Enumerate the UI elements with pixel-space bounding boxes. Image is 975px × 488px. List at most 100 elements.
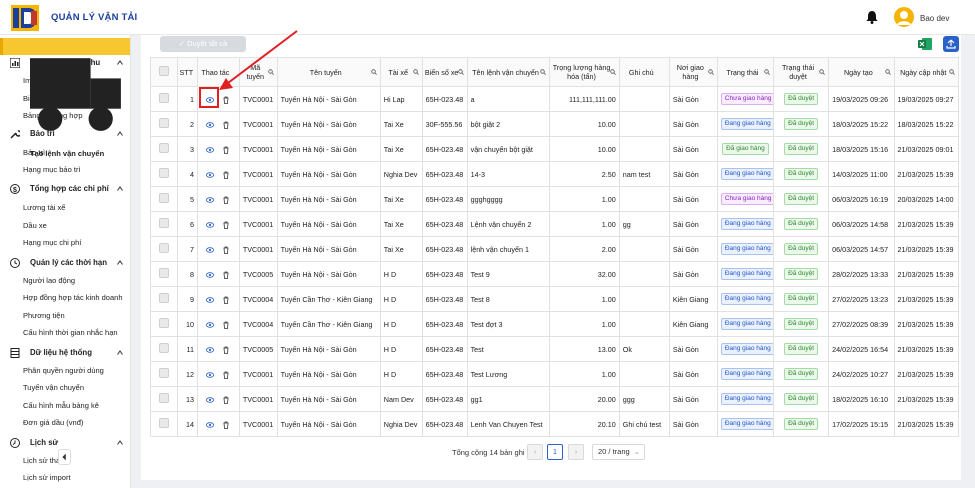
pagination-prev-button[interactable]: ‹ bbox=[527, 444, 543, 460]
search-icon[interactable] bbox=[610, 69, 616, 75]
eye-icon[interactable] bbox=[206, 196, 215, 204]
trash-icon[interactable] bbox=[222, 321, 230, 329]
row-checkbox[interactable] bbox=[158, 418, 169, 428]
select-all-checkbox[interactable] bbox=[158, 66, 169, 76]
eye-icon[interactable] bbox=[206, 321, 215, 329]
sidebar-item-phan-quyen-nguoi-dung[interactable]: Phân quyền người dùng bbox=[0, 362, 130, 379]
trash-icon[interactable] bbox=[222, 396, 230, 404]
sidebar-group-tong-hop-cac-chi-phi[interactable]: $ Tổng hợp các chi phí bbox=[0, 180, 130, 197]
table-row[interactable]: 8 TVC0005 Tuyến Hà Nội - Sài Gòn H D 65H-023… bbox=[150, 261, 960, 287]
eye-icon[interactable] bbox=[206, 121, 215, 129]
table-row[interactable]: 9 TVC0004 Tuyến Cần Thơ - Kiên Giang H D 65H… bbox=[150, 286, 960, 312]
sidebar-item-nguoi-lao-dong[interactable]: Người lao động bbox=[0, 272, 130, 289]
eye-icon[interactable] bbox=[206, 246, 215, 254]
eye-icon[interactable] bbox=[206, 296, 215, 304]
bell-icon[interactable] bbox=[866, 10, 878, 24]
sidebar-item-dau-xe[interactable]: Dầu xe bbox=[0, 217, 130, 234]
eye-icon[interactable] bbox=[206, 171, 215, 179]
sidebar-collapse-button[interactable] bbox=[58, 449, 71, 465]
excel-export-icon[interactable] bbox=[918, 37, 932, 51]
row-checkbox[interactable] bbox=[158, 318, 169, 328]
sidebar-item-bao-tri[interactable]: Bảo trì bbox=[0, 144, 130, 161]
trash-icon[interactable] bbox=[222, 171, 230, 179]
sidebar-item-phuong-tien[interactable]: Phương tiện bbox=[0, 307, 130, 324]
upload-button[interactable] bbox=[943, 36, 959, 52]
trash-icon[interactable] bbox=[222, 421, 230, 429]
search-icon[interactable] bbox=[371, 69, 377, 75]
search-icon[interactable] bbox=[819, 69, 826, 75]
approve-all-button[interactable]: ✓ Duyệt tất cả bbox=[160, 36, 246, 52]
page-size-select[interactable]: 20 / trang ⌄ bbox=[592, 444, 645, 460]
row-checkbox[interactable] bbox=[158, 293, 169, 303]
row-checkbox[interactable] bbox=[158, 268, 169, 278]
sidebar-item-bieu-do-doanh-thu[interactable]: Biểu đồ doanh thu bbox=[0, 90, 130, 107]
table-row[interactable]: 7 TVC0001 Tuyến Hà Nội - Sài Gòn Tai Xe 65H-… bbox=[150, 236, 960, 262]
sidebar-group-bao-cao-doanh-thu[interactable]: Báo cáo doanh thu bbox=[0, 54, 130, 71]
trash-icon[interactable] bbox=[222, 296, 230, 304]
user-name[interactable]: Bao dev bbox=[920, 14, 949, 23]
search-icon[interactable] bbox=[412, 69, 419, 75]
eye-icon[interactable] bbox=[206, 271, 215, 279]
search-icon[interactable] bbox=[949, 69, 955, 75]
sidebar-item-don-gia-dau-vnd[interactable]: Đơn giá dầu (vnđ) bbox=[0, 414, 130, 431]
table-row[interactable]: 6 TVC0001 Tuyến Hà Nội - Sài Gòn Tai Xe 65H-… bbox=[150, 211, 960, 237]
search-icon[interactable] bbox=[540, 69, 547, 75]
table-row[interactable]: 10 TVC0004 Tuyến Cần Thơ - Kiên Giang H D 65… bbox=[150, 311, 960, 337]
eye-icon[interactable] bbox=[206, 371, 215, 379]
sidebar-item-tao-lenh-van-chuyen[interactable]: Tạo lệnh vận chuyển bbox=[0, 38, 130, 158]
trash-icon[interactable] bbox=[222, 271, 230, 279]
user-avatar[interactable] bbox=[894, 7, 914, 27]
sidebar-item-cau-hinh-thoi-gian-nhac-han[interactable]: Cấu hình thời gian nhắc hạn bbox=[0, 324, 130, 341]
row-checkbox[interactable] bbox=[158, 143, 169, 153]
pagination-next-button[interactable]: › bbox=[568, 444, 584, 460]
row-checkbox[interactable] bbox=[158, 193, 169, 203]
sidebar-item-bang-ke-tong-hop[interactable]: Bảng kê tổng hợp bbox=[0, 107, 130, 124]
sidebar-item-hang-muc-bao-tri[interactable]: Hạng mục bảo trì bbox=[0, 161, 130, 178]
trash-icon[interactable] bbox=[222, 221, 230, 229]
row-checkbox[interactable] bbox=[158, 218, 169, 228]
sidebar-item-import-bang-ke[interactable]: Import bảng kê bbox=[0, 72, 130, 89]
row-checkbox[interactable] bbox=[158, 93, 169, 103]
search-icon[interactable] bbox=[884, 69, 891, 75]
search-icon[interactable] bbox=[764, 69, 770, 75]
search-icon[interactable] bbox=[708, 69, 714, 75]
trash-icon[interactable] bbox=[222, 196, 230, 204]
trash-icon[interactable] bbox=[222, 96, 230, 104]
table-row[interactable]: 4 TVC0001 Tuyến Hà Nội - Sài Gòn Nghia Dev 6… bbox=[150, 161, 960, 187]
company-logo[interactable] bbox=[11, 5, 39, 31]
sidebar-item-lich-su-import[interactable]: Lịch sử import bbox=[0, 469, 130, 486]
trash-icon[interactable] bbox=[222, 371, 230, 379]
trash-icon[interactable] bbox=[222, 121, 230, 129]
table-row[interactable]: 3 TVC0001 Tuyến Hà Nội - Sài Gòn Tai Xe 65H-… bbox=[150, 136, 960, 162]
eye-icon[interactable] bbox=[206, 396, 215, 404]
pagination-page-button[interactable]: 1 bbox=[547, 444, 563, 460]
row-checkbox[interactable] bbox=[158, 393, 169, 403]
sidebar-group-quan-ly-cac-thoi-han[interactable]: Quản lý các thời hạn bbox=[0, 254, 130, 271]
table-row[interactable]: 1 TVC0001 Tuyến Hà Nội - Sài Gòn Hi Lap 65H-… bbox=[150, 86, 960, 112]
sidebar-group-du-lieu-he-thong[interactable]: Dữ liệu hệ thống bbox=[0, 344, 130, 361]
row-checkbox[interactable] bbox=[158, 368, 169, 378]
eye-icon[interactable] bbox=[206, 146, 215, 154]
row-checkbox[interactable] bbox=[158, 343, 169, 353]
eye-icon[interactable] bbox=[206, 421, 215, 429]
sidebar-item-tuyen-van-chuyen[interactable]: Tuyến vận chuyển bbox=[0, 379, 130, 396]
table-row[interactable]: 14 TVC0001 Tuyến Hà Nội - Sài Gòn Nghia Dev… bbox=[150, 411, 960, 437]
search-icon[interactable] bbox=[267, 69, 274, 75]
eye-icon[interactable] bbox=[206, 221, 215, 229]
sidebar-item-cau-hinh-mau-bang-ke[interactable]: Cấu hình mẫu bảng kê bbox=[0, 397, 130, 414]
table-row[interactable]: 12 TVC0001 Tuyến Hà Nội - Sài Gòn H D 65H-02… bbox=[150, 361, 960, 387]
eye-icon[interactable] bbox=[206, 346, 215, 354]
row-checkbox[interactable] bbox=[158, 118, 169, 128]
trash-icon[interactable] bbox=[222, 146, 230, 154]
table-row[interactable]: 11 TVC0005 Tuyến Hà Nội - Sài Gòn H D 65H-02… bbox=[150, 336, 960, 362]
trash-icon[interactable] bbox=[222, 246, 230, 254]
table-row[interactable]: 5 TVC0001 Tuyến Hà Nội - Sài Gòn Tai Xe 65H-… bbox=[150, 186, 960, 212]
row-checkbox[interactable] bbox=[158, 168, 169, 178]
table-row[interactable]: 13 TVC0001 Tuyến Hà Nội - Sài Gòn Nam Dev 65… bbox=[150, 386, 960, 412]
search-icon[interactable] bbox=[457, 69, 464, 75]
sidebar-item-luong-tai-xe[interactable]: Lương tài xế bbox=[0, 199, 130, 216]
trash-icon[interactable] bbox=[222, 346, 230, 354]
table-row[interactable]: 2 TVC0001 Tuyến Hà Nội - Sài Gòn Tai Xe 30F-… bbox=[150, 111, 960, 137]
sidebar-item-hop-dong-hop-tac-kinh-doanh[interactable]: Hợp đồng hợp tác kinh doanh bbox=[0, 289, 130, 306]
sidebar-group-bao-tri[interactable]: Bảo trì bbox=[0, 125, 130, 142]
